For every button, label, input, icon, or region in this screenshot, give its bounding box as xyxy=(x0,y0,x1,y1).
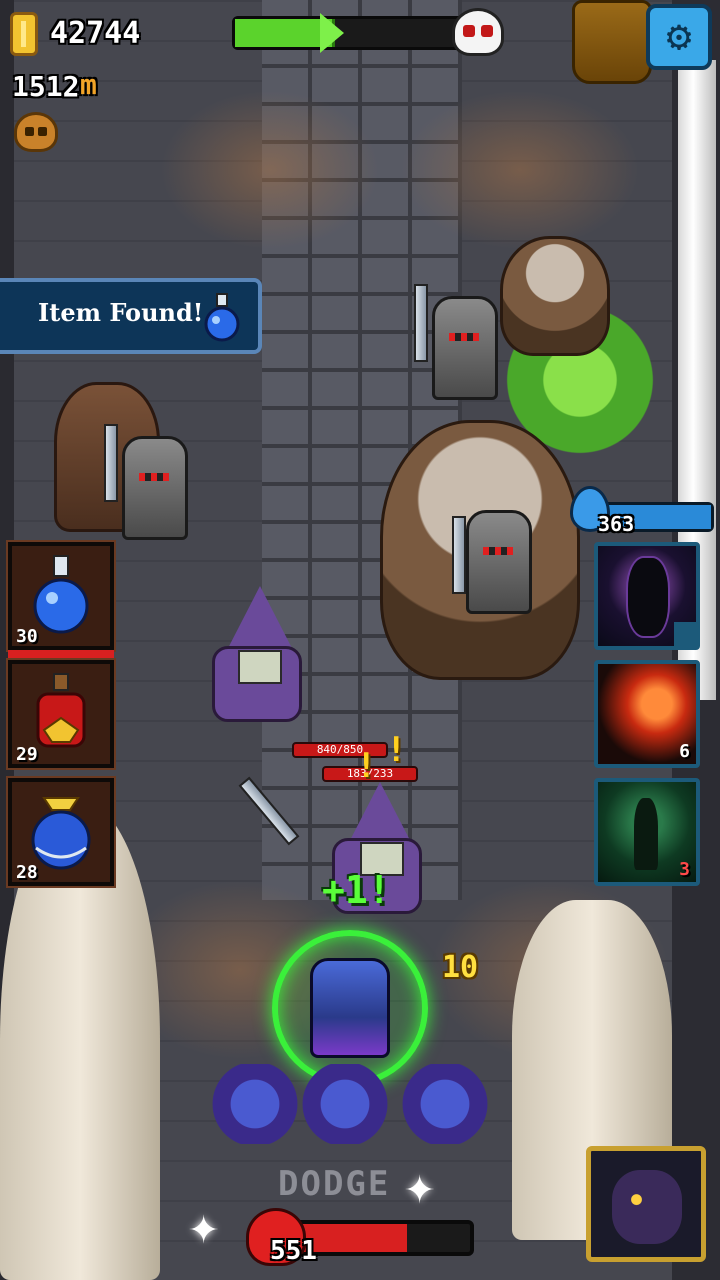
mana-value: 363 xyxy=(598,512,635,536)
skill-slot[interactable]: 6 xyxy=(594,660,700,768)
bat-pet xyxy=(400,1064,490,1144)
potion-slot[interactable]: 30 xyxy=(6,540,116,652)
sparkle-icon: ✦ xyxy=(188,1196,220,1256)
player-hp-value: 551 xyxy=(270,1236,317,1266)
skill-count: 6 xyxy=(679,741,690,762)
sword-icon xyxy=(414,284,428,362)
potion-cooldown-bar xyxy=(8,650,114,658)
boss-skull-icon xyxy=(452,8,504,56)
light-beam xyxy=(400,90,640,250)
dark-vortex-skill-icon xyxy=(626,556,670,638)
bat-pet xyxy=(210,1064,300,1144)
potion-slot[interactable]: 28 xyxy=(6,776,116,888)
shadow-figure-skill-icon xyxy=(634,798,658,870)
distance-value: 1512 xyxy=(12,70,80,103)
owl-icon xyxy=(612,1170,682,1244)
skill-count: 3 xyxy=(679,859,690,880)
fireball-skill-icon xyxy=(608,678,688,748)
blue-potion-icon xyxy=(33,555,89,634)
player-hero[interactable] xyxy=(310,958,390,1058)
damage-number: 10 xyxy=(442,950,479,985)
potion-slot[interactable]: 29 xyxy=(6,658,116,770)
dodge-text: DODGE xyxy=(278,1164,391,1204)
golden-urn xyxy=(572,0,652,84)
settings-button[interactable]: ⚙ xyxy=(646,4,712,70)
beast-enemy[interactable] xyxy=(500,236,610,356)
sparkle-icon: ✦ xyxy=(404,1156,436,1216)
knight-enemy[interactable] xyxy=(122,436,188,540)
potion-count: 28 xyxy=(16,862,38,883)
alert-icon: ! xyxy=(386,730,407,770)
knight-enemy[interactable] xyxy=(432,296,498,400)
skull-icon xyxy=(14,112,58,152)
potion-count: 30 xyxy=(16,626,38,647)
gear-icon: ⚙ xyxy=(666,11,692,60)
potion-count: 29 xyxy=(16,744,38,765)
skill-slot[interactable]: 3 xyxy=(594,778,700,886)
level-progress-bar xyxy=(232,13,468,53)
progress-arrow-icon xyxy=(319,13,344,53)
gold-coin-icon xyxy=(10,12,38,56)
skill-slot[interactable] xyxy=(594,542,700,650)
witch-face xyxy=(238,650,282,684)
gold-count: 42744 xyxy=(50,16,141,51)
distance-unit: m xyxy=(80,68,97,101)
sword-icon xyxy=(452,516,466,594)
light-beam xyxy=(160,90,380,250)
bat-pet xyxy=(300,1064,390,1144)
item-found-label: Item Found! xyxy=(38,298,204,327)
blue-sack-potion-icon xyxy=(31,797,91,870)
heal-text: +1! xyxy=(322,868,391,912)
knight-enemy[interactable] xyxy=(466,510,532,614)
skill-cooldown-corner xyxy=(674,622,696,646)
sword-icon xyxy=(104,424,118,502)
red-potion-icon xyxy=(36,673,86,748)
blue-potion-icon xyxy=(204,293,240,342)
alert-icon: ! xyxy=(356,746,377,786)
